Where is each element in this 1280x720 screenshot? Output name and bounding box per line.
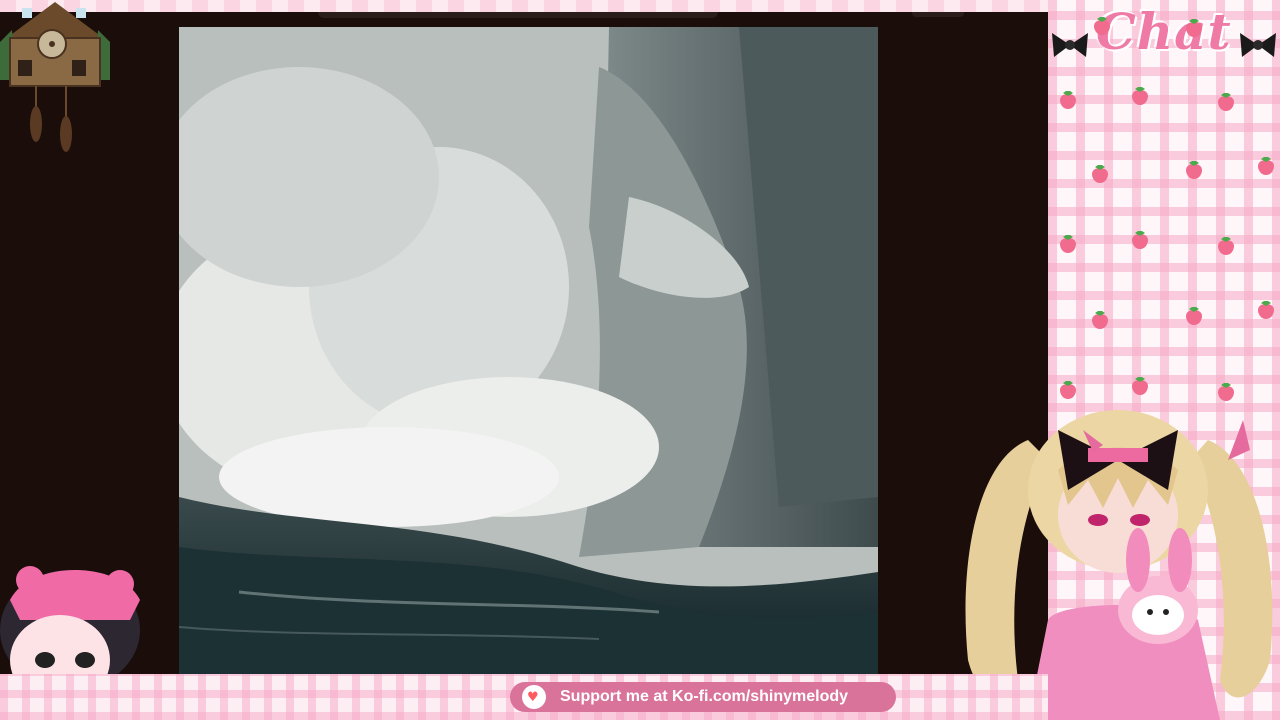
strawberry-icon — [1132, 87, 1148, 105]
video-top-bar — [318, 12, 718, 18]
strawberry-icon — [1218, 93, 1234, 111]
strawberry-icon — [1132, 377, 1148, 395]
strawberry-icon — [1092, 165, 1108, 183]
black-bow-icon — [1240, 33, 1276, 57]
cuckoo-clock-icon — [0, 2, 110, 152]
vtuber-avatar — [965, 410, 1273, 720]
black-bow-icon — [1052, 33, 1088, 57]
strawberry-icon — [1186, 161, 1202, 179]
strawberry-icon — [1132, 231, 1148, 249]
kofi-support-banner[interactable]: ♥ Support me at Ko-fi.com/shinymelody — [510, 682, 896, 712]
video-player[interactable] — [179, 27, 878, 674]
glacier-video-frame — [179, 27, 878, 674]
top-decor-strip — [0, 0, 1048, 12]
strawberry-icon — [1258, 301, 1274, 319]
strawberry-icon — [1258, 157, 1274, 175]
strawberry-icon — [1218, 237, 1234, 255]
strawberry-icon — [1060, 91, 1076, 109]
ko-fi-cup-heart-icon: ♥ — [522, 685, 546, 709]
strawberry-icon — [1092, 311, 1108, 329]
video-top-control[interactable] — [912, 12, 964, 17]
strawberry-icon — [1186, 19, 1202, 37]
strawberry-icon — [1094, 17, 1110, 35]
strawberry-icon — [1060, 381, 1076, 399]
chat-title: Chat — [1096, 2, 1232, 61]
kofi-support-text: Support me at Ko-fi.com/shinymelody — [560, 688, 849, 705]
strawberry-icon — [1060, 235, 1076, 253]
strawberry-icon — [1186, 307, 1202, 325]
